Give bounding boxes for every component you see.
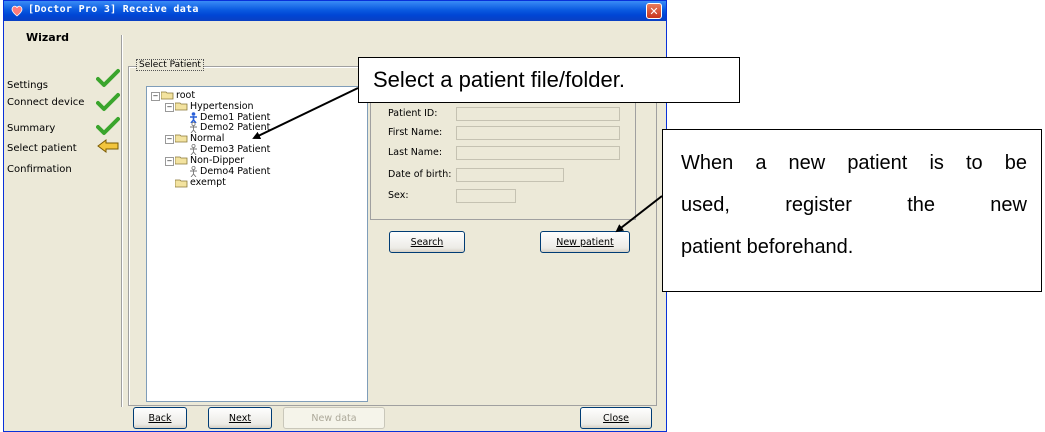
pointer-arrow bbox=[252, 87, 359, 140]
pointer-arrow bbox=[615, 195, 663, 233]
callout-arrows bbox=[252, 87, 663, 233]
